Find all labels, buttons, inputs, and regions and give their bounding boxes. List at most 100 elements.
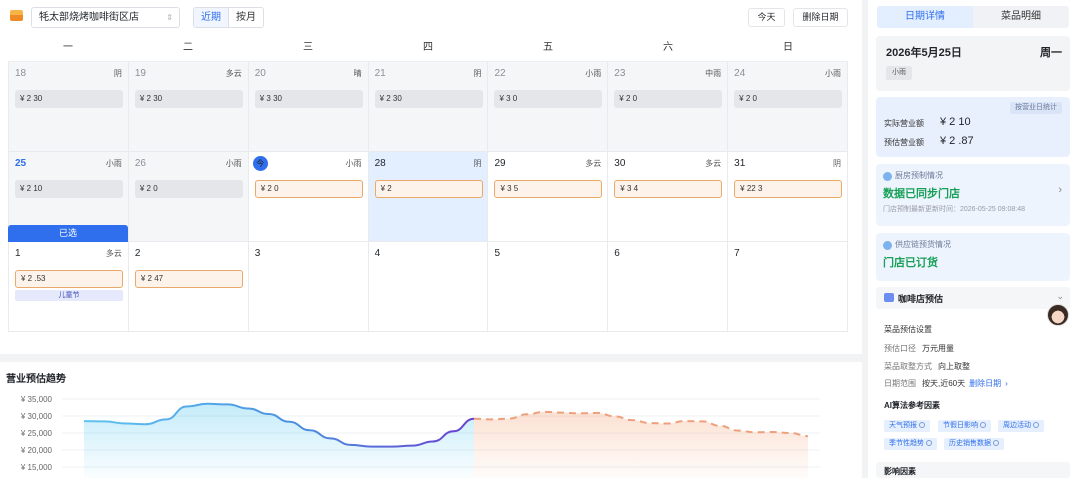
rounding-row: 菜品取整方式 向上取整	[884, 361, 970, 372]
amount-chip: ¥ 22 3	[734, 180, 843, 198]
day-number: 7	[734, 248, 740, 259]
day-cell[interactable]: 5	[488, 242, 609, 332]
y-tick-label: ¥ 15,000	[20, 463, 53, 472]
factor-chip[interactable]: 周边活动	[998, 420, 1044, 432]
tab-date-detail[interactable]: 日期详情	[877, 6, 973, 28]
day-cell[interactable]: 18 阴 ¥ 2 30	[8, 62, 129, 152]
weather-label: 阴	[473, 159, 482, 168]
day-cell[interactable]: 26 小雨 ¥ 2 0	[128, 152, 249, 242]
day-cell[interactable]: 6	[608, 242, 729, 332]
tab-dish-detail[interactable]: 菜品明细	[973, 6, 1069, 28]
chosen-date-tag: 已选	[8, 225, 128, 242]
swap-icon: ⇕	[166, 13, 173, 22]
clear-dates-button[interactable]: 删除日期	[793, 8, 848, 27]
amount-chip: ¥ 2 47	[134, 270, 243, 288]
weather-label: 阴	[473, 69, 482, 78]
day-number: 24	[734, 68, 746, 79]
factor-chip[interactable]: 历史销售数据	[944, 438, 1004, 450]
day-cell[interactable]: 19 多云 ¥ 2 30	[128, 62, 249, 152]
day-cell[interactable]: 22 小雨 ¥ 3 0	[488, 62, 609, 152]
day-cell-today[interactable]: 今 小雨 ¥ 2 0	[248, 152, 369, 242]
weather-label: 中雨	[705, 69, 722, 78]
info-icon	[926, 440, 932, 446]
weather-label: 小雨	[825, 69, 842, 78]
chart-icon	[883, 172, 892, 181]
calendar: 一 二 三 四 五 六 日 18 阴 ¥ 2 30 19 多云 ¥ 2 30 20 晴 ¥ …	[0, 34, 862, 354]
store-select[interactable]: 牦太部烧烤咖啡街区店 ⇕	[31, 7, 180, 28]
day-cell[interactable]: 30 多云 ¥ 3 4	[608, 152, 729, 242]
amount-chip: ¥ 3 4	[614, 180, 723, 198]
view-month-button[interactable]: 按月	[228, 8, 263, 27]
weekday-label: 一	[63, 42, 73, 53]
day-cell[interactable]: 20 晴 ¥ 3 30	[248, 62, 369, 152]
factor-chip[interactable]: 季节性趋势	[884, 438, 937, 450]
info-icon	[919, 422, 925, 428]
range-label: 日期范围	[884, 379, 916, 388]
day-cell[interactable]: 1 多云 ¥ 2 .53 儿童节	[8, 242, 129, 332]
weather-label: 多云	[585, 159, 602, 168]
range-link[interactable]: 删除日期	[969, 379, 1001, 388]
weekday-label: 二	[183, 42, 193, 53]
day-cell[interactable]: 3	[248, 242, 369, 332]
kitchen-card[interactable]: 厨房预制情况 数据已同步门店 门店预制最新更新时间：2026-05-25 09:…	[876, 164, 1070, 226]
store-name: 牦太部烧烤咖啡街区店	[39, 12, 139, 23]
trend-chart-svg: ¥ 35,000 ¥ 30,000 ¥ 25,000 ¥ 20,000 ¥ 15,000	[20, 395, 820, 478]
day-number: 29	[494, 158, 506, 169]
calendar-week: 25 小雨 ¥ 2 10 26 小雨 ¥ 2 0 今 小雨 ¥ 2 0 28 阴 ¥ 2 29 多…	[8, 152, 849, 242]
kitchen-update-time: 门店预制最新更新时间：2026-05-25 09:08:48	[883, 206, 1025, 213]
revenue-mode-tag[interactable]: 按营业日统计	[1010, 102, 1062, 114]
day-cell[interactable]: 31 阴 ¥ 22 3	[728, 152, 849, 242]
weekday-label: 日	[783, 42, 793, 53]
chevron-right-icon: ›	[1058, 184, 1062, 196]
coffee-forecast-section[interactable]: 咖啡店预估 ⌄	[876, 287, 1070, 309]
factor-label: 历史销售数据	[949, 440, 991, 447]
weather-label: 小雨	[345, 159, 362, 168]
day-number: 23	[614, 68, 626, 79]
day-cell[interactable]: 23 中雨 ¥ 2 0	[608, 62, 729, 152]
day-number: 26	[134, 158, 146, 169]
info-icon	[1033, 422, 1039, 428]
day-cell[interactable]: 2 ¥ 2 47	[128, 242, 249, 332]
caliber-value: 万元用量	[922, 344, 954, 353]
supply-icon	[883, 241, 892, 250]
amount-chip: ¥ 2 0	[134, 180, 243, 198]
y-tick-label: ¥ 30,000	[20, 412, 53, 421]
day-number: 4	[374, 248, 381, 259]
kitchen-heading: 厨房预制情况	[895, 171, 943, 180]
factor-chip[interactable]: 天气预报	[884, 420, 930, 432]
kitchen-status: 数据已同步门店	[883, 188, 960, 200]
view-recent-button[interactable]: 近期	[194, 8, 228, 27]
day-cell[interactable]: 7	[728, 242, 849, 332]
day-cell[interactable]: 4	[368, 242, 489, 332]
amount-chip: ¥ 3 5	[494, 180, 603, 198]
today-button[interactable]: 今天	[748, 8, 785, 27]
assistant-avatar[interactable]	[1047, 304, 1069, 326]
factor-chip[interactable]: 节假日影响	[938, 420, 991, 432]
influence-section[interactable]: 影响因素	[876, 462, 1070, 478]
weekday-label: 六	[663, 42, 673, 53]
chevron-down-icon: ⌄	[1056, 291, 1064, 301]
day-cell[interactable]: 29 多云 ¥ 3 5	[488, 152, 609, 242]
trend-chart: 营业预估趋势 ¥ 35,000 ¥ 30,000 ¥ 25,000 ¥ 20,000 ¥…	[0, 362, 862, 478]
forecast-icon	[884, 293, 894, 302]
day-cell[interactable]: 21 阴 ¥ 2 30	[368, 62, 489, 152]
influence-title: 影响因素	[884, 467, 916, 476]
revenue-card: 按营业日统计 实际营业额 ¥ 2 10 预估营业额 ¥ 2 .87	[876, 97, 1070, 157]
range-value: 按天,近60天	[922, 379, 966, 388]
supply-card[interactable]: 供应链预货情况 门店已订货	[876, 233, 1070, 281]
actual-revenue-label: 实际营业额	[884, 119, 924, 128]
info-icon	[993, 440, 999, 446]
weather-label: 多云	[105, 249, 122, 258]
factor-label: 天气预报	[889, 422, 917, 429]
y-tick-label: ¥ 25,000	[20, 429, 53, 438]
caliber-row: 预估口径 万元用量	[884, 343, 954, 354]
date-summary: 2026年5月25日 周一 小雨	[876, 36, 1070, 91]
day-cell[interactable]: 24 小雨 ¥ 2 0	[728, 62, 849, 152]
amount-chip: ¥ 2 10	[15, 180, 123, 198]
actual-revenue-value: ¥ 2 10	[940, 116, 971, 128]
y-tick-label: ¥ 20,000	[20, 446, 53, 455]
day-cell-hovered[interactable]: 28 阴 ¥ 2	[368, 152, 489, 242]
view-toggle: 近期 按月	[193, 7, 264, 28]
day-number: 31	[734, 158, 746, 169]
amount-chip: ¥ 2 0	[254, 180, 363, 198]
